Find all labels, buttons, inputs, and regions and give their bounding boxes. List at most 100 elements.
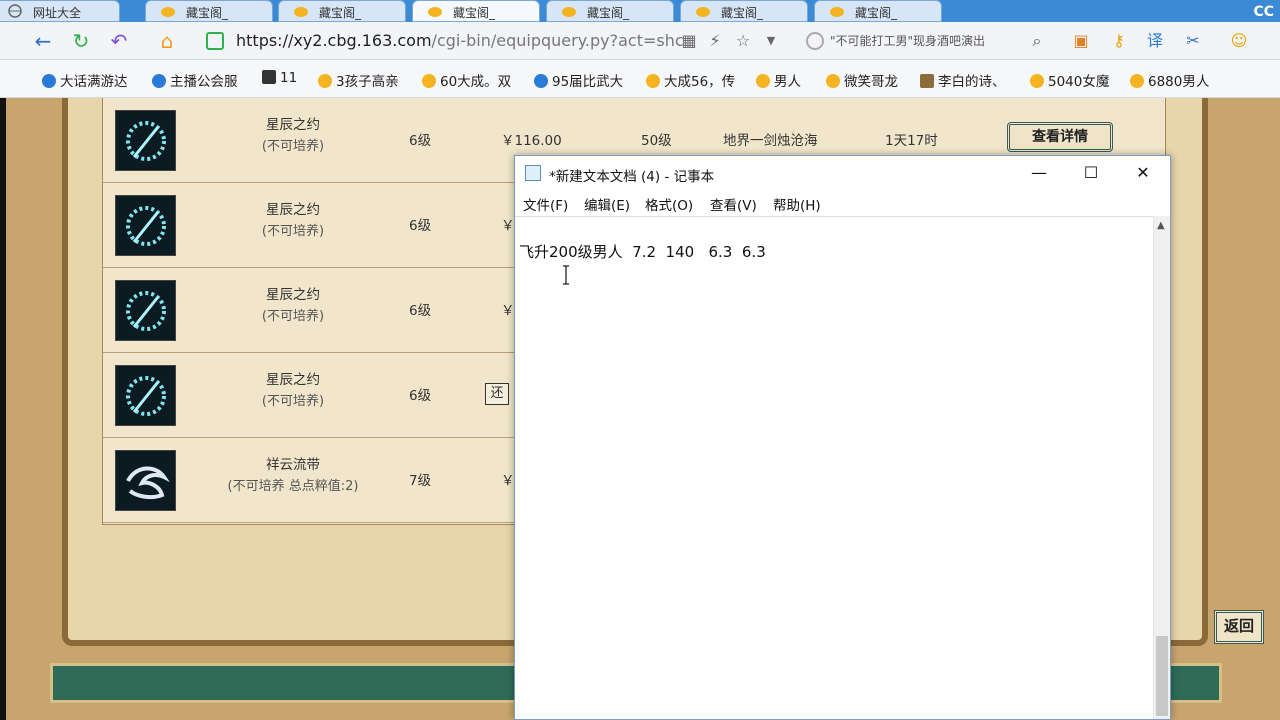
return-small-button[interactable]: 还: [485, 383, 509, 405]
back-arrow-icon[interactable]: ←: [30, 28, 56, 54]
menu-view[interactable]: 查看(V): [710, 194, 757, 214]
text-cursor-icon: [562, 265, 570, 285]
item-thumbnail[interactable]: [115, 195, 176, 256]
back-button[interactable]: 返回: [1214, 610, 1264, 644]
cbg-icon: [293, 4, 309, 18]
item-name[interactable]: 星辰之约: [243, 199, 343, 221]
address-bar: ← ↻ ↶ ⌂ https://xy2.cbg.163.com/cgi-bin/…: [0, 22, 1280, 60]
search-icon[interactable]: ⌕: [1026, 30, 1048, 52]
smiley-icon[interactable]: ☺: [1228, 30, 1250, 52]
globe-icon: [7, 4, 23, 18]
url-input[interactable]: https://xy2.cbg.163.com/cgi-bin/equipque…: [200, 27, 730, 55]
search-input[interactable]: "不可能打工男"现身酒吧演出: [800, 27, 1050, 55]
scroll-thumb[interactable]: [1156, 636, 1168, 716]
search-engine-icon: [806, 32, 824, 50]
item-thumbnail[interactable]: [115, 450, 176, 511]
item-note: (不可培养): [261, 309, 325, 324]
bookmark-label: 11: [280, 70, 298, 86]
menu-format[interactable]: 格式(O): [645, 194, 693, 214]
tab-label: 藏宝阁_: [319, 6, 362, 20]
item-name[interactable]: 祥云流带: [203, 454, 383, 476]
bookmark-item[interactable]: 95届比武大: [534, 70, 623, 90]
bookmark-item[interactable]: 李白的诗、: [920, 70, 1006, 90]
item-name-cell: 星辰之约 (不可培养): [243, 114, 343, 158]
item-level: 6级: [409, 133, 432, 149]
extension-icon[interactable]: ▣: [1070, 30, 1092, 52]
bookmark-item[interactable]: 3孩子高亲: [318, 70, 399, 90]
lightning-icon[interactable]: ⚡: [704, 30, 726, 52]
item-price: ￥: [501, 473, 515, 489]
bookmark-item[interactable]: 微笑哥龙: [826, 70, 898, 90]
bookmark-item[interactable]: 6880男人: [1130, 70, 1209, 90]
tab-label: 藏宝阁_: [855, 6, 898, 20]
bookmark-icon: [756, 74, 770, 88]
undo-icon[interactable]: ↶: [106, 28, 132, 54]
item-note: (不可培养): [261, 224, 325, 239]
menu-edit[interactable]: 编辑(E): [584, 194, 630, 214]
item-level: 6级: [409, 303, 432, 319]
item-note: (不可培养): [261, 139, 325, 154]
notepad-text-area[interactable]: 飞升200级男人 7.2 140 6.3 6.3: [515, 216, 1153, 719]
bookmark-label: 95届比武大: [552, 74, 624, 90]
item-price: ￥: [501, 303, 515, 319]
tab-2[interactable]: 藏宝阁_: [278, 0, 406, 22]
notepad-titlebar[interactable]: *新建文本文档 (4) - 记事本 — ☐ ✕: [515, 156, 1170, 190]
bookmark-item[interactable]: 大成56，传: [646, 70, 735, 90]
bookmark-icon: [920, 74, 934, 88]
bookmark-item[interactable]: 5040女魔: [1030, 70, 1109, 90]
bookmark-icon: [262, 70, 276, 84]
scroll-up-icon[interactable]: ▲: [1157, 220, 1165, 231]
item-thumbnail[interactable]: [115, 280, 176, 341]
browser-tab-strip: 网址大全 藏宝阁_ 藏宝阁_ 藏宝阁_ 藏宝阁_ 藏宝阁_ 藏宝阁_ CC: [0, 0, 1280, 22]
star-icon[interactable]: ☆: [732, 30, 754, 52]
view-details-button[interactable]: 查看详情: [1007, 122, 1113, 152]
tab-1[interactable]: 藏宝阁_: [145, 0, 273, 22]
item-name[interactable]: 星辰之约: [243, 114, 343, 136]
item-thumbnail[interactable]: [115, 365, 176, 426]
tab-0[interactable]: 网址大全: [0, 0, 120, 22]
vertical-scrollbar[interactable]: ▲: [1153, 216, 1170, 719]
bookmark-icon: [152, 74, 166, 88]
tab-6[interactable]: 藏宝阁_: [814, 0, 942, 22]
item-price: ￥: [501, 218, 515, 234]
scissors-icon[interactable]: ✂: [1182, 30, 1204, 52]
refresh-icon[interactable]: ↻: [68, 28, 94, 54]
maximize-button[interactable]: ☐: [1064, 156, 1118, 190]
notepad-title: *新建文本文档 (4) - 记事本: [549, 169, 715, 185]
tab-3[interactable]: 藏宝阁_: [412, 0, 540, 22]
item-name[interactable]: 星辰之约: [243, 369, 343, 391]
close-button[interactable]: ✕: [1116, 156, 1170, 190]
tab-label: 网址大全: [33, 6, 82, 20]
item-thumbnail[interactable]: [115, 110, 176, 171]
grid-icon[interactable]: ▦: [678, 30, 700, 52]
key-icon[interactable]: ⚷: [1108, 30, 1130, 52]
bookmark-icon: [42, 74, 56, 88]
notepad-window: *新建文本文档 (4) - 记事本 — ☐ ✕ 文件(F) 编辑(E) 格式(O…: [514, 155, 1171, 720]
chevron-down-icon[interactable]: ▼: [760, 30, 782, 52]
menu-help[interactable]: 帮助(H): [773, 194, 821, 214]
bookmark-icon: [826, 74, 840, 88]
home-icon[interactable]: ⌂: [154, 28, 180, 54]
item-price: ￥116.00: [501, 133, 562, 149]
bookmark-item[interactable]: 男人: [756, 70, 801, 90]
bookmark-item[interactable]: 主播公会服: [152, 70, 238, 90]
tab-4[interactable]: 藏宝阁_: [546, 0, 674, 22]
shield-icon: [206, 32, 224, 50]
bookmark-label: 大成56，传: [664, 74, 736, 90]
notepad-menubar: 文件(F) 编辑(E) 格式(O) 查看(V) 帮助(H): [515, 190, 1170, 216]
menu-file[interactable]: 文件(F): [523, 194, 568, 214]
translate-icon[interactable]: 译: [1144, 30, 1166, 52]
item-name[interactable]: 星辰之约: [243, 284, 343, 306]
character-level: 50级: [641, 133, 672, 149]
minimize-button[interactable]: —: [1012, 156, 1066, 190]
bookmark-label: 6880男人: [1148, 74, 1210, 90]
bookmark-item[interactable]: 11: [262, 70, 297, 86]
bookmark-item[interactable]: 大话满游达: [42, 70, 128, 90]
cc-logo: CC: [1253, 4, 1274, 20]
url-main: https://xy2.cbg.163.com: [236, 31, 432, 50]
tab-5[interactable]: 藏宝阁_: [680, 0, 808, 22]
item-name-cell: 星辰之约 (不可培养): [243, 284, 343, 328]
cbg-icon: [427, 4, 443, 18]
item-name-cell: 祥云流带 (不可培养 总点粹值:2): [203, 454, 383, 498]
bookmark-item[interactable]: 60大成。双: [422, 70, 511, 90]
